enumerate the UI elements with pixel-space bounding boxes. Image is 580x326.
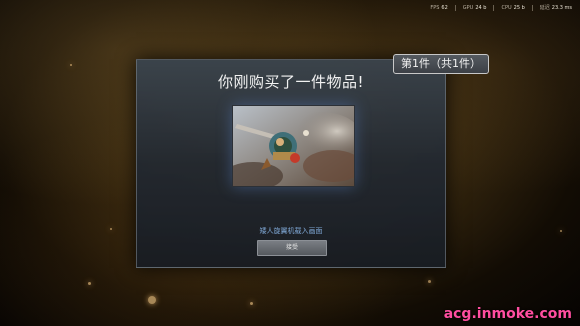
fps-label: FPS [430, 4, 440, 11]
ping-stat: 延迟 23.3 ms [539, 4, 572, 12]
item-counter-badge: 第1件（共1件） [393, 54, 489, 74]
fps-stat: FPS 62 [430, 5, 447, 11]
cpu-stat: CPU 25 b [501, 5, 524, 11]
gpu-label: GPU [462, 4, 474, 11]
ambient-particle [148, 296, 156, 304]
gpu-value: 24 b [475, 4, 487, 11]
ambient-particle [560, 230, 562, 232]
ambient-particle [110, 228, 112, 230]
item-preview-image [233, 106, 354, 186]
ping-label: 延迟 [539, 5, 550, 11]
ambient-particle [88, 282, 91, 285]
ambient-particle [70, 64, 72, 66]
accept-button[interactable]: 接受 [257, 240, 327, 256]
purchase-dialog: 你刚购买了一件物品! 矮人旋翼机载入画面 接受 [136, 59, 446, 268]
watermark: acg.inmoke.com [443, 306, 572, 322]
cpu-label: CPU [501, 4, 512, 11]
stats-divider [454, 4, 456, 11]
gpu-stat: GPU 24 b [463, 5, 487, 11]
fps-value: 62 [441, 4, 448, 11]
cpu-value: 25 b [513, 4, 525, 11]
item-name: 矮人旋翼机载入画面 [259, 227, 323, 235]
ping-value: 23.3 ms [551, 4, 572, 11]
ambient-particle [250, 302, 253, 305]
ambient-particle [428, 280, 431, 283]
dialog-title: 你刚购买了一件物品! [217, 73, 364, 91]
stats-divider [493, 4, 495, 11]
stats-divider [531, 4, 533, 11]
performance-stats: FPS 62 GPU 24 b CPU 25 b 延迟 23.3 ms [430, 4, 572, 11]
item-preview-frame [232, 105, 355, 187]
